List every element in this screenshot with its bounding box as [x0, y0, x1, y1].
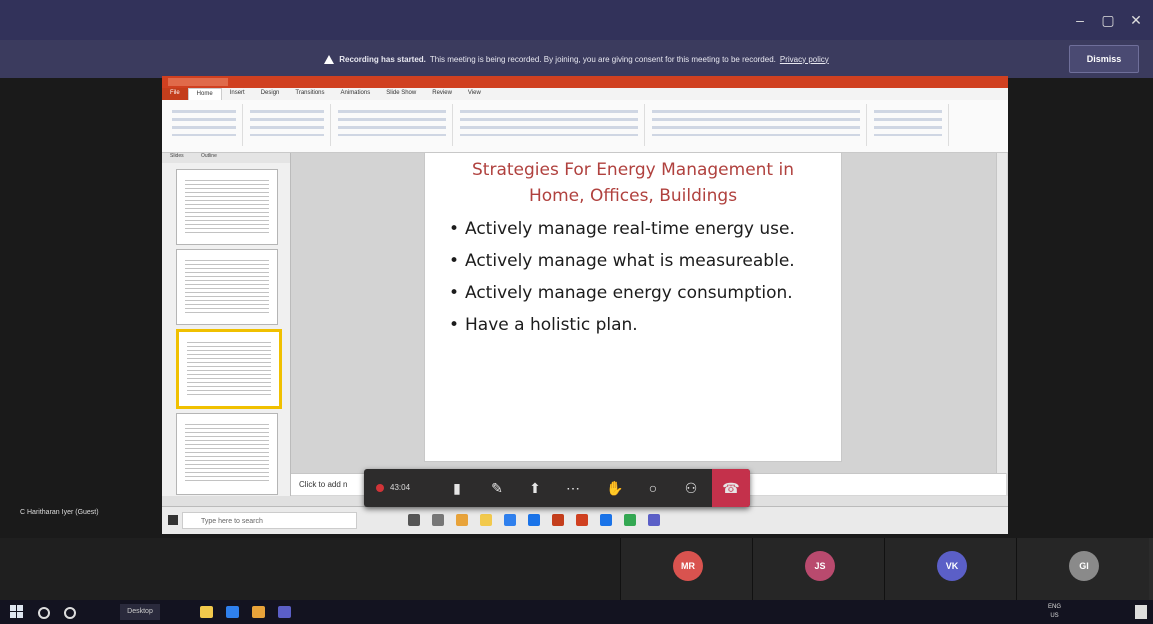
recording-icon: [376, 484, 384, 492]
tab-insert[interactable]: Insert: [222, 88, 253, 100]
ribbon-group-font[interactable]: [332, 104, 453, 146]
ribbon-group-editing[interactable]: [868, 104, 949, 146]
cortana-icon[interactable]: [64, 607, 76, 619]
privacy-policy-link[interactable]: Privacy policy: [780, 55, 829, 64]
store-icon[interactable]: [504, 514, 516, 526]
mail-icon[interactable]: [528, 514, 540, 526]
participant-tile[interactable]: JS: [752, 538, 885, 600]
ribbon-group-paragraph[interactable]: [454, 104, 645, 146]
slide-bullet: Actively manage real-time energy use.: [449, 217, 825, 241]
slide-bullet: Have a holistic plan.: [449, 313, 825, 337]
shared-screen: File Home Insert Design Transitions Anim…: [162, 76, 1008, 534]
chat-icon[interactable]: ○: [638, 469, 668, 507]
recording-title: Recording has started.: [339, 54, 426, 64]
avatar: GI: [1069, 551, 1099, 581]
slide-thumbnail[interactable]: [176, 249, 278, 325]
slide-bullet: Actively manage energy consumption.: [449, 281, 825, 305]
tab-design[interactable]: Design: [253, 88, 288, 100]
slide-bullet-list: Actively manage real-time energy use. Ac…: [449, 217, 825, 345]
tab-review[interactable]: Review: [424, 88, 460, 100]
office-icon[interactable]: [576, 514, 588, 526]
slide-scrollbar[interactable]: [996, 153, 1007, 473]
tab-slide-show[interactable]: Slide Show: [378, 88, 424, 100]
search-icon[interactable]: [38, 607, 50, 619]
windows-start-icon[interactable]: [10, 605, 24, 619]
mic-off-icon[interactable]: ✎: [482, 469, 512, 507]
meeting-timer: 43:04: [390, 483, 411, 492]
tab-animations[interactable]: Animations: [333, 88, 379, 100]
avatar: VK: [937, 551, 967, 581]
tab-view[interactable]: View: [460, 88, 489, 100]
ribbon: [162, 100, 1008, 153]
warning-icon: [324, 54, 335, 64]
pane-tabs: Slides Outline: [162, 153, 290, 163]
file-explorer-icon[interactable]: [480, 514, 492, 526]
powerpoint-icon[interactable]: [552, 514, 564, 526]
ribbon-group-drawing[interactable]: [646, 104, 867, 146]
task-view-icon[interactable]: [432, 514, 444, 526]
file-explorer-icon[interactable]: [200, 606, 213, 618]
windows-start-icon[interactable]: [168, 515, 178, 525]
quick-access-toolbar[interactable]: [168, 78, 228, 86]
more-options-icon[interactable]: ⋯: [558, 469, 588, 507]
participant-tile[interactable]: VK: [884, 538, 1017, 600]
teams-icon[interactable]: [648, 514, 660, 526]
maximize-icon[interactable]: ▢: [1094, 10, 1122, 30]
shared-taskbar: Type here to search: [162, 506, 1008, 534]
avatar: MR: [673, 551, 703, 581]
slide-title-line-2: Home, Offices, Buildings: [528, 186, 738, 206]
tab-file[interactable]: File: [162, 88, 188, 100]
participant-tile[interactable]: GI: [1016, 538, 1149, 600]
slide-title: Strategies For Energy Management in Home…: [435, 157, 831, 209]
ribbon-group-slides[interactable]: [244, 104, 331, 146]
presenter-name: C Haritharan Iyer (Guest): [20, 509, 99, 516]
edge-icon[interactable]: [600, 514, 612, 526]
chrome-icon[interactable]: [252, 606, 265, 618]
slide-thumbnail-selected[interactable]: [176, 329, 282, 409]
meeting-toolbar: 43:04 ▮ ✎ ⬆ ⋯ ✋ ○ ⚇ ☎: [364, 469, 750, 507]
word-icon[interactable]: [226, 606, 239, 618]
search-input[interactable]: Type here to search: [182, 512, 357, 529]
slide-thumbnail[interactable]: [176, 413, 278, 495]
minimize-icon[interactable]: –: [1066, 10, 1094, 30]
cortana-icon[interactable]: [408, 514, 420, 526]
region-label: US: [1050, 613, 1059, 619]
teams-icon[interactable]: [278, 606, 291, 618]
recording-banner: Recording has started. This meeting is b…: [0, 40, 1153, 78]
share-screen-icon[interactable]: ⬆: [520, 469, 550, 507]
raise-hand-icon[interactable]: ✋: [600, 469, 630, 507]
camera-off-icon[interactable]: ▮: [442, 469, 472, 507]
desktop-button[interactable]: Desktop: [120, 604, 160, 620]
notifications-icon[interactable]: [1135, 605, 1147, 619]
hang-up-button[interactable]: ☎: [712, 469, 750, 507]
tab-home[interactable]: Home: [187, 88, 222, 100]
participant-tile[interactable]: MR: [620, 538, 753, 600]
tab-outline[interactable]: Outline: [201, 153, 217, 159]
language-indicator[interactable]: ENG US: [1048, 603, 1061, 621]
slide[interactable]: Strategies For Energy Management in Home…: [424, 152, 842, 462]
slide-thumbnails-pane: Slides Outline: [162, 153, 291, 513]
tab-slides[interactable]: Slides: [170, 153, 184, 159]
avatar: JS: [805, 551, 835, 581]
slide-bullet: Actively manage what is measureable.: [449, 249, 825, 273]
slide-thumbnail[interactable]: [176, 169, 278, 245]
teams-title-bar: – ▢ ✕: [0, 0, 1153, 40]
ribbon-tabs: File Home Insert Design Transitions Anim…: [162, 88, 1008, 100]
dismiss-button[interactable]: Dismiss: [1069, 45, 1139, 73]
participant-strip: MR JS VK GI: [620, 538, 1153, 600]
ribbon-group-clipboard[interactable]: [166, 104, 243, 146]
powerpoint-title-bar: [162, 76, 1008, 88]
windows-taskbar: Desktop ENG US: [0, 600, 1153, 624]
language-label: ENG: [1047, 604, 1061, 610]
slide-title-line-1: Strategies For Energy Management in: [472, 160, 794, 180]
chrome-icon[interactable]: [456, 514, 468, 526]
browser-icon[interactable]: [624, 514, 636, 526]
close-icon[interactable]: ✕: [1122, 10, 1150, 30]
participants-icon[interactable]: ⚇: [676, 469, 706, 507]
tab-transitions[interactable]: Transitions: [287, 88, 332, 100]
recording-message: This meeting is being recorded. By joini…: [429, 54, 776, 64]
